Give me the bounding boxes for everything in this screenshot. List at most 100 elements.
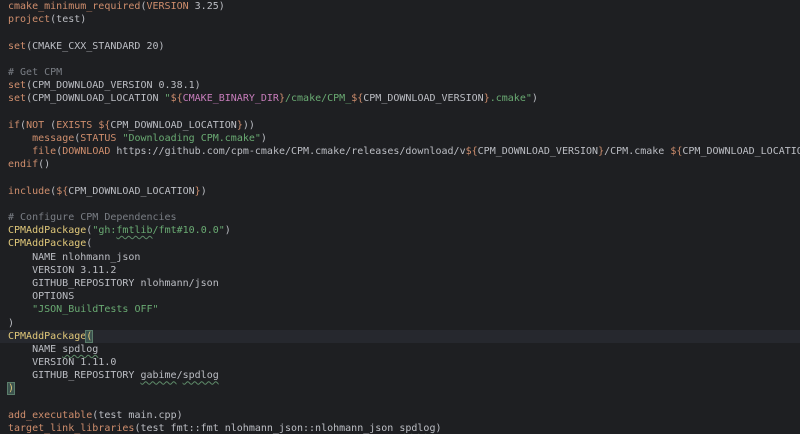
code-line[interactable]: set(CPM_DOWNLOAD_LOCATION "${CMAKE_BINAR… [0,92,800,105]
code-line[interactable]: ​ [0,171,800,184]
code-line[interactable]: # Get CPM [0,66,800,79]
code-token: "Downloading CPM.cmake" [122,132,261,144]
code-token: "JSON_BuildTests OFF" [32,304,159,316]
code-token: CPMAddPackage [8,225,87,237]
code-token: NAME [8,343,63,355]
code-line[interactable]: ​ [0,106,800,119]
code-token: CPMAddPackage [8,238,87,250]
code-token: STATUS [80,132,117,144]
code-line[interactable]: project(test) [0,13,800,26]
code-line[interactable]: ​ [0,198,800,211]
code-token: "gh: [92,225,117,237]
code-token: add_executable [8,409,93,421]
code-token: ) [8,317,15,329]
code-token: file [32,146,57,158]
code-token: # Configure CPM Dependencies [8,212,177,223]
code-line[interactable]: VERSION 1.11.0 [0,356,800,369]
code-token: ) [6,382,16,396]
code-token: ${ [98,119,111,131]
code-token: () [38,159,51,171]
code-token: spdlog [62,343,99,355]
code-token: message [32,132,75,144]
code-token: ) [224,225,231,237]
code-line[interactable]: cmake_minimum_required(VERSION 3.25) [0,0,800,13]
code-token: 3.25) [188,1,225,12]
code-line[interactable]: set(CMAKE_CXX_STANDARD 20) [0,40,800,53]
code-token: spdlog [182,370,219,382]
code-line[interactable]: VERSION 3.11.2 [0,264,800,277]
code-line[interactable]: NAME nlohmann_json [0,251,800,264]
code-token: /cmake/CPM_ [284,93,352,105]
code-token: set [8,80,27,92]
code-line[interactable]: set(CPM_DOWNLOAD_VERSION 0.38.1) [0,79,800,92]
code-token: CPM_DOWNLOAD_LOCATION [68,185,195,197]
code-line[interactable]: ​ [0,26,800,39]
code-token: CPM_DOWNLOAD_LOCATION [110,119,237,131]
code-line[interactable]: message(STATUS "Downloading CPM.cmake") [0,132,800,145]
code-editor[interactable]: cmake_minimum_required(VERSION 3.25) proj… [0,0,800,434]
code-token: fmtlib [116,225,153,237]
code-line[interactable]: CPMAddPackage( [0,237,800,250]
code-token: NAME nlohmann_json [8,251,141,263]
code-token: (CPM_DOWNLOAD_VERSION 0.38.1) [26,80,201,92]
code-token: set [8,40,27,52]
code-line[interactable]: add_executable(test main.cpp) [0,409,800,422]
code-token: ( [85,329,94,343]
code-token: target_link_libraries [8,423,135,434]
code-line[interactable]: file(DOWNLOAD https://github.com/cpm-cma… [0,145,800,158]
code-line[interactable]: include(${CPM_DOWNLOAD_LOCATION}) [0,185,800,198]
code-token: EXISTS [56,119,93,131]
code-token: CPM_DOWNLOAD_LOCATION [682,146,800,158]
code-token: gabime [140,370,177,382]
code-token: /fmt#10.0.0" [152,225,225,237]
code-line[interactable]: NAME spdlog [0,343,800,356]
code-token: OPTIONS [8,291,75,303]
code-area[interactable]: cmake_minimum_required(VERSION 3.25) proj… [0,0,800,434]
code-token: ) [531,93,538,105]
code-line[interactable]: target_link_libraries(test fmt::fmt nloh… [0,422,800,434]
code-token: (test main.cpp) [92,409,183,421]
code-token: cmake_minimum_required [8,1,141,12]
code-token: VERSION [146,1,189,12]
code-line[interactable]: ) [0,317,800,330]
code-token: (CPM_DOWNLOAD_LOCATION [26,93,165,105]
code-token: DOWNLOAD [62,146,111,158]
code-token: project [8,14,51,26]
code-token: GITHUB_REPOSITORY nlohmann/json [8,277,219,289]
code-token: GITHUB_REPOSITORY [8,370,141,382]
code-token: CMAKE_BINARY_DIR [182,93,279,105]
code-line[interactable]: GITHUB_REPOSITORY nlohmann/json [0,277,800,290]
code-token: CPM_DOWNLOAD_VERSION [477,146,599,158]
code-token: VERSION 3.11.2 [8,264,117,276]
code-token: ( [86,238,93,250]
code-token: spdlog [399,423,436,434]
code-line[interactable]: # Configure CPM Dependencies [0,211,800,224]
code-token: ${ [465,146,478,158]
code-token: ( [44,119,57,131]
code-token: CPMAddPackage [8,330,87,342]
code-line[interactable]: GITHUB_REPOSITORY gabime/spdlog [0,369,800,382]
code-line[interactable]: endif() [0,158,800,171]
code-line[interactable]: CPMAddPackage( [0,329,800,343]
code-token: https://github.com/cpm-cmake/CPM.cmake/r… [110,146,466,158]
code-line[interactable]: ​ [0,53,800,66]
code-line[interactable]: ​ [0,396,800,409]
code-token: ) [260,132,267,144]
code-token: ) [435,423,442,434]
code-token: CPM_DOWNLOAD_VERSION [363,93,484,105]
code-line[interactable]: ) [0,382,800,396]
code-token: ${ [670,146,683,158]
code-token: /CPM.cmake [604,146,671,158]
code-line[interactable]: if(NOT (EXISTS ${CPM_DOWNLOAD_LOCATION})… [0,119,800,132]
code-token: (test) [50,14,87,26]
code-line[interactable]: OPTIONS [0,290,800,303]
code-line[interactable]: CPMAddPackage("gh:fmtlib/fmt#10.0.0") [0,224,800,237]
code-line[interactable]: "JSON_BuildTests OFF" [0,303,800,316]
code-token: endif [8,159,39,171]
code-token: ${ [351,93,364,105]
code-token: include [8,185,51,197]
code-token: ${ [170,93,183,105]
code-token: .cmake" [489,93,532,105]
